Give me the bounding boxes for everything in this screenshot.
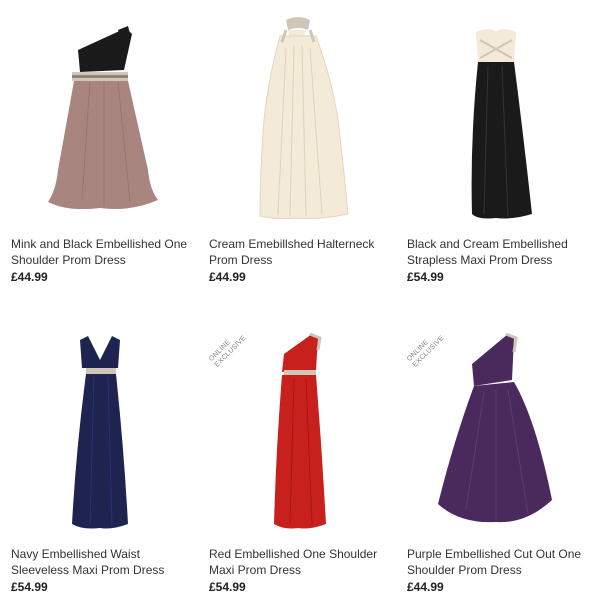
- product-price: £44.99: [11, 270, 48, 284]
- product-name[interactable]: Mink and Black Embellished One Shoulder …: [11, 236, 196, 268]
- product-grid: Mink and Black Embellished One Shoulder …: [0, 0, 598, 614]
- product-card[interactable]: ONLINE EXCLUSIVE Red Embellished One Sho…: [198, 310, 388, 610]
- product-card[interactable]: ONLINE EXCLUSIVE Purple Embellished Cut …: [396, 310, 586, 610]
- product-name[interactable]: Red Embellished One Shoulder Maxi Prom D…: [209, 546, 394, 578]
- product-image[interactable]: [0, 0, 190, 230]
- product-name[interactable]: Purple Embellished Cut Out One Shoulder …: [407, 546, 592, 578]
- product-card[interactable]: Black and Cream Embellished Strapless Ma…: [396, 0, 586, 300]
- product-image[interactable]: [198, 310, 388, 540]
- product-name[interactable]: Black and Cream Embellished Strapless Ma…: [407, 236, 592, 268]
- dress-purple-cutout-image: [438, 332, 552, 523]
- product-price: £44.99: [209, 270, 246, 284]
- product-price: £54.99: [11, 580, 48, 594]
- product-card[interactable]: Navy Embellished Waist Sleeveless Maxi P…: [0, 310, 190, 610]
- product-price: £54.99: [209, 580, 246, 594]
- product-name[interactable]: Cream Emebillshed Halterneck Prom Dress: [209, 236, 394, 268]
- product-image[interactable]: [198, 0, 388, 230]
- dress-black-cream-image: [471, 29, 532, 219]
- product-image[interactable]: [396, 0, 586, 230]
- dress-navy-maxi-image: [72, 336, 128, 529]
- dress-cream-halter-image: [259, 17, 349, 220]
- product-price: £44.99: [407, 580, 444, 594]
- dress-red-maxi-image: [274, 332, 326, 529]
- product-card[interactable]: Mink and Black Embellished One Shoulder …: [0, 0, 190, 300]
- product-image[interactable]: [396, 310, 586, 540]
- product-price: £54.99: [407, 270, 444, 284]
- product-name[interactable]: Navy Embellished Waist Sleeveless Maxi P…: [11, 546, 196, 578]
- dress-mink-black-image: [48, 26, 158, 210]
- product-image[interactable]: [0, 310, 190, 540]
- product-card[interactable]: Cream Emebillshed Halterneck Prom Dress …: [198, 0, 388, 300]
